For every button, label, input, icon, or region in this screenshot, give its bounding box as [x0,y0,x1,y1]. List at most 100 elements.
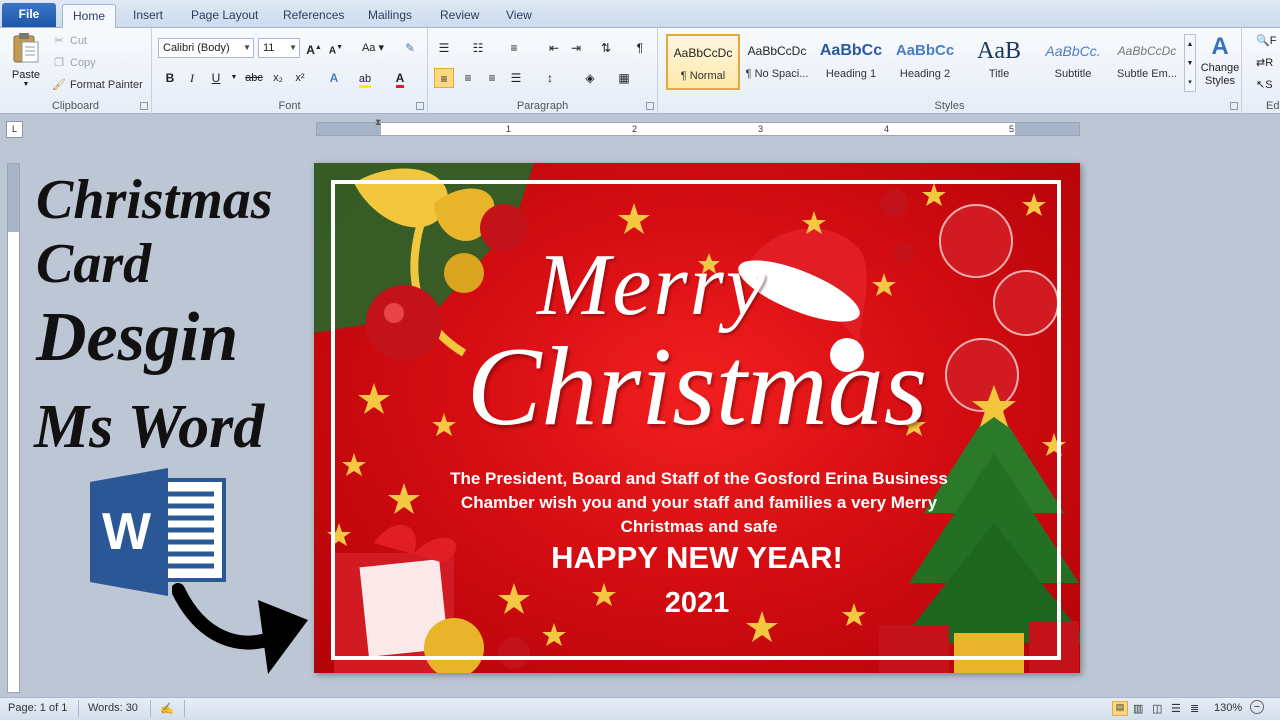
shrink-font-button[interactable]: A▼ [326,38,346,58]
tab-selector[interactable]: L [6,121,23,138]
word-logo: W [90,468,226,596]
style-name: Heading 1 [825,68,877,80]
borders-icon[interactable]: ▦ [614,68,634,88]
font-launcher-icon[interactable] [416,102,424,110]
show-formatting-icon[interactable]: ¶ [630,38,650,58]
tab-home[interactable]: Home [62,4,117,28]
page-count[interactable]: Page: 1 of 1 [8,702,67,714]
style-subtitle[interactable]: AaBbCc. Subtitle [1036,34,1110,90]
styles-scroll-arrows[interactable]: ▲ ▼ ▾ [1184,34,1196,92]
copy-icon: ❐ [54,57,64,69]
style-preview: AaBbCcDc [747,44,807,58]
subscript-button[interactable]: x₂ [268,68,288,88]
copy-label: Copy [70,57,96,69]
tab-insert[interactable]: Insert [123,4,173,28]
font-color-button[interactable]: A [390,68,410,88]
superscript-button[interactable]: x² [290,68,310,88]
styles-launcher-icon[interactable] [1230,102,1238,110]
style-heading-2[interactable]: AaBbCc Heading 2 [888,34,962,90]
grow-font-button[interactable]: A▲ [304,38,324,58]
tab-file[interactable]: File [2,3,56,27]
numbering-icon[interactable]: ☷ [468,38,488,58]
web-layout-view-icon[interactable]: ◫ [1152,702,1162,715]
print-layout-view-icon[interactable]: ▤ [1112,701,1128,716]
format-painter-button[interactable]: 🖌 Format Painter [52,78,143,92]
paste-icon [13,33,39,63]
underline-button[interactable]: U [206,68,226,88]
clear-formatting-icon[interactable]: ✎ [400,38,420,58]
overlay-title-line-1: Christmas [36,169,273,231]
style-subtle-emphasis[interactable]: AaBbCcDc Subtle Em... [1110,34,1184,90]
italic-button[interactable]: I [182,68,202,88]
style-preview: AaBbCcDc [673,46,733,60]
tab-review[interactable]: Review [430,4,489,28]
paste-button[interactable]: Paste ▼ [6,32,46,94]
cut-label: Cut [70,35,88,47]
paintbrush-icon: 🖌 [52,79,66,91]
proofing-icon[interactable]: ✍ [160,702,174,715]
sort-icon[interactable]: ⇅ [596,38,616,58]
align-right-icon[interactable]: ≡ [482,68,502,88]
align-center-icon[interactable]: ≡ [458,68,478,88]
zoom-level[interactable]: 130% [1214,702,1242,714]
ribbon: Paste ▼ ✂ Cut ❐ Copy 🖌 Format Painter Cl… [0,28,1280,114]
bold-button[interactable]: B [160,68,180,88]
style-no-spacing[interactable]: AaBbCcDc ¶ No Spaci... [740,34,814,90]
indent-marker-icon[interactable]: ⧗ [375,117,381,128]
font-family-combo[interactable]: Calibri (Body) ▼ [158,38,254,58]
bullets-icon[interactable]: ☰ [434,38,454,58]
horizontal-ruler[interactable]: ⧗ 1 2 3 4 5 [316,117,1080,136]
scissors-icon: ✂ [54,35,64,47]
highlighter-icon: ab [358,73,372,88]
style-name: ¶ Normal [680,70,726,82]
style-preview: AaBbCc [819,42,883,59]
zoom-out-icon[interactable]: − [1250,700,1264,714]
tab-page-layout[interactable]: Page Layout [181,4,268,28]
font-size-value: 11 [263,42,275,54]
find-icon[interactable]: 🔍F [1256,34,1276,47]
christmas-card[interactable]: Merry Christmas The President, Board and… [314,163,1080,673]
editing-group-label: Ed [1266,100,1280,112]
line-spacing-icon[interactable]: ↕ [540,68,560,88]
card-christmas-text: Christmas [466,325,928,449]
outline-view-icon[interactable]: ☰ [1171,702,1181,715]
overlay-title-line-4: Ms Word [34,393,265,461]
text-effects-icon[interactable]: A [324,68,344,88]
card-message: The President, Board and Staff of the Go… [450,469,948,536]
change-case-button[interactable]: Aa ▾ [358,38,388,58]
justify-icon[interactable]: ☰ [506,68,526,88]
align-left-icon[interactable]: ≡ [434,68,454,88]
tab-view[interactable]: View [496,4,542,28]
multilevel-list-icon[interactable]: ≡ [504,38,524,58]
full-screen-view-icon[interactable]: ▥ [1133,702,1143,715]
highlight-button[interactable]: ab [352,68,378,88]
paragraph-launcher-icon[interactable] [646,102,654,110]
vertical-ruler[interactable] [7,163,20,693]
clipboard-launcher-icon[interactable] [140,102,148,110]
status-divider [78,700,79,717]
replace-icon[interactable]: ⇄R [1256,56,1273,69]
underline-dropdown-icon[interactable]: ▼ [224,68,244,88]
select-icon[interactable]: ↖S [1256,78,1273,91]
word-count[interactable]: Words: 30 [88,702,138,714]
paste-dropdown-icon[interactable]: ▼ [6,81,46,88]
cut-button[interactable]: ✂ Cut [52,34,87,48]
tab-references[interactable]: References [273,4,354,28]
decrease-indent-icon[interactable]: ⇤ [544,38,564,58]
tab-mailings[interactable]: Mailings [358,4,422,28]
shading-icon[interactable]: ◈ [580,68,600,88]
draft-view-icon[interactable]: ≣ [1190,702,1199,715]
clipboard-group: Paste ▼ ✂ Cut ❐ Copy 🖌 Format Painter Cl… [0,28,152,114]
paragraph-group-label: Paragraph [516,100,569,112]
style-title[interactable]: AaB Title [962,34,1036,90]
right-margin-area [1015,123,1079,135]
style-normal[interactable]: AaBbCcDc ¶ Normal [666,34,740,90]
change-styles-label: Change Styles [1200,62,1240,87]
increase-indent-icon[interactable]: ⇥ [566,38,586,58]
strikethrough-button[interactable]: abc [242,68,266,88]
copy-button[interactable]: ❐ Copy [52,56,96,70]
change-styles-button[interactable]: A Change Styles [1198,32,1242,88]
chevron-down-icon: ▼ [289,43,297,52]
font-size-combo[interactable]: 11 ▼ [258,38,300,58]
style-heading-1[interactable]: AaBbCc Heading 1 [814,34,888,90]
